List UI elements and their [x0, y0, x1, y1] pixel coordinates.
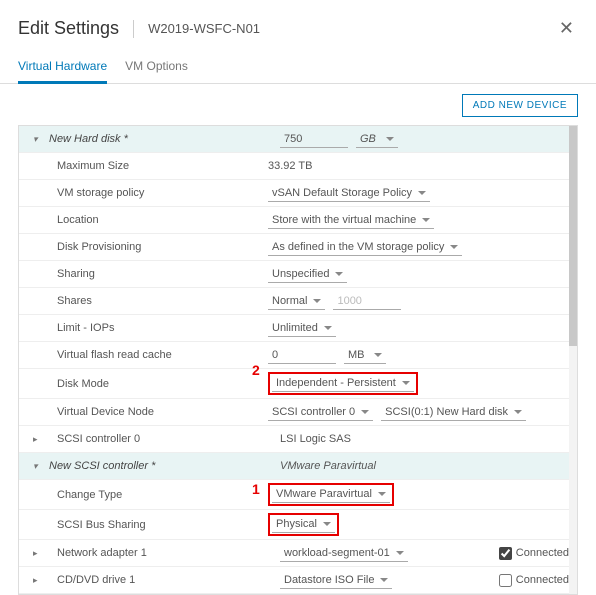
- chevron-right-icon: ▸: [33, 434, 45, 445]
- row-value: LSI Logic SAS: [280, 433, 569, 445]
- row-cd-dvd-drive-1[interactable]: ▸ CD/DVD drive 1 Datastore ISO File Conn…: [19, 567, 577, 594]
- checkbox-input[interactable]: [499, 547, 512, 560]
- row-label: CD/DVD drive 1: [45, 574, 280, 586]
- row-scsi-controller-0[interactable]: ▸ SCSI controller 0 LSI Logic SAS: [19, 426, 577, 453]
- row-flash-cache: Virtual flash read cache MB: [19, 342, 577, 369]
- highlight-box-1a: VMware Paravirtual: [268, 483, 394, 506]
- annotation-marker-1: 1: [252, 481, 260, 497]
- row-label: Network adapter 1: [45, 547, 280, 559]
- network-dropdown[interactable]: workload-segment-01: [280, 545, 408, 562]
- vdn-controller-dropdown[interactable]: SCSI controller 0: [268, 404, 373, 421]
- add-new-device-button[interactable]: ADD NEW DEVICE: [462, 94, 578, 117]
- highlight-box-1b: Physical: [268, 513, 339, 536]
- row-disk-mode: Disk Mode Independent - Persistent: [19, 369, 577, 399]
- settings-panel: ▾ New Hard disk * GB Maximum Size 33.92 …: [18, 125, 578, 595]
- row-sharing: Sharing Unspecified: [19, 261, 577, 288]
- row-label: New Hard disk *: [45, 133, 280, 145]
- location-dropdown[interactable]: Store with the virtual machine: [268, 212, 434, 229]
- row-limit-iops: Limit - IOPs Unlimited: [19, 315, 577, 342]
- dialog-title: Edit Settings: [18, 18, 119, 39]
- row-label: SCSI controller 0: [45, 433, 280, 445]
- disk-size-unit-dropdown[interactable]: GB: [356, 131, 398, 148]
- flash-cache-input[interactable]: [268, 347, 336, 364]
- row-value: VMware Paravirtual: [280, 460, 569, 472]
- tab-vm-options[interactable]: VM Options: [125, 53, 188, 83]
- section-new-scsi-controller[interactable]: ▾ New SCSI controller * VMware Paravirtu…: [19, 453, 577, 480]
- storage-policy-dropdown[interactable]: vSAN Default Storage Policy: [268, 185, 430, 202]
- change-type-dropdown[interactable]: VMware Paravirtual: [272, 486, 390, 503]
- row-label: Maximum Size: [33, 160, 268, 172]
- sharing-dropdown[interactable]: Unspecified: [268, 266, 347, 283]
- iops-dropdown[interactable]: Unlimited: [268, 320, 336, 337]
- row-label: VM storage policy: [33, 187, 268, 199]
- highlight-box-2: Independent - Persistent: [268, 372, 418, 395]
- scrollbar-thumb[interactable]: [569, 126, 577, 346]
- annotation-marker-2: 2: [252, 362, 260, 378]
- tab-virtual-hardware[interactable]: Virtual Hardware: [18, 53, 107, 84]
- section-new-hard-disk[interactable]: ▾ New Hard disk * GB: [19, 126, 577, 153]
- network-connected-checkbox[interactable]: Connected: [499, 547, 569, 560]
- chevron-right-icon: ▸: [33, 575, 45, 586]
- row-value: 33.92 TB: [268, 160, 569, 172]
- shares-level-dropdown[interactable]: Normal: [268, 293, 325, 310]
- row-label: Change Type: [33, 489, 268, 501]
- vm-name: W2019-WSFC-N01: [148, 21, 260, 36]
- row-label: Limit - IOPs: [33, 322, 268, 334]
- checkbox-input[interactable]: [499, 574, 512, 587]
- row-change-type: Change Type VMware Paravirtual: [19, 480, 577, 510]
- toolbar: ADD NEW DEVICE: [0, 84, 596, 125]
- scrollbar-track[interactable]: [569, 126, 577, 594]
- provisioning-dropdown[interactable]: As defined in the VM storage policy: [268, 239, 462, 256]
- bus-sharing-dropdown[interactable]: Physical: [272, 516, 335, 533]
- title-divider: [133, 20, 134, 38]
- tab-bar: Virtual Hardware VM Options: [0, 53, 596, 84]
- vdn-slot-dropdown[interactable]: SCSI(0:1) New Hard disk: [381, 404, 526, 421]
- checkbox-label: Connected: [516, 547, 569, 559]
- shares-value-input[interactable]: [333, 293, 401, 310]
- row-label: Location: [33, 214, 268, 226]
- row-label: Disk Mode: [33, 378, 268, 390]
- cd-dvd-dropdown[interactable]: Datastore ISO File: [280, 572, 392, 589]
- row-label: Virtual flash read cache: [33, 349, 268, 361]
- dialog-header: Edit Settings W2019-WSFC-N01 ✕: [0, 0, 596, 53]
- row-label: Shares: [33, 295, 268, 307]
- chevron-right-icon: ▸: [33, 548, 45, 559]
- row-virtual-device-node: Virtual Device Node SCSI controller 0 SC…: [19, 399, 577, 426]
- row-shares: Shares Normal: [19, 288, 577, 315]
- close-icon[interactable]: ✕: [555, 14, 578, 43]
- row-label: Disk Provisioning: [33, 241, 268, 253]
- row-network-adapter-1[interactable]: ▸ Network adapter 1 workload-segment-01 …: [19, 540, 577, 567]
- disk-mode-dropdown[interactable]: Independent - Persistent: [272, 375, 414, 392]
- row-location: Location Store with the virtual machine: [19, 207, 577, 234]
- row-storage-policy: VM storage policy vSAN Default Storage P…: [19, 180, 577, 207]
- row-disk-provisioning: Disk Provisioning As defined in the VM s…: [19, 234, 577, 261]
- chevron-down-icon: ▾: [33, 461, 45, 472]
- cd-connected-checkbox[interactable]: Connected: [499, 574, 569, 587]
- row-label: New SCSI controller *: [45, 460, 280, 472]
- row-max-size: Maximum Size 33.92 TB: [19, 153, 577, 180]
- disk-size-input[interactable]: [280, 131, 348, 148]
- row-scsi-bus-sharing: SCSI Bus Sharing Physical: [19, 510, 577, 540]
- row-label: Virtual Device Node: [33, 406, 268, 418]
- row-label: SCSI Bus Sharing: [33, 519, 268, 531]
- row-label: Sharing: [33, 268, 268, 280]
- checkbox-label: Connected: [516, 574, 569, 586]
- flash-cache-unit-dropdown[interactable]: MB: [344, 347, 386, 364]
- chevron-down-icon: ▾: [33, 134, 45, 145]
